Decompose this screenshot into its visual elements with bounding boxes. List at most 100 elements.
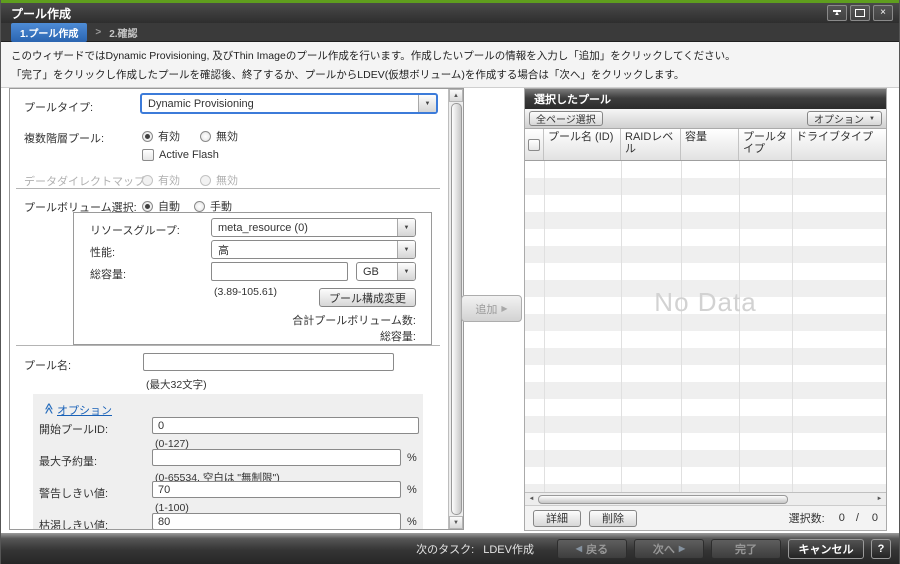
finish-button[interactable]: 完了 (711, 539, 781, 559)
options-link[interactable]: オプション (57, 402, 112, 418)
total-capacity-label: 総容量: (90, 266, 126, 282)
pool-type-select[interactable]: Dynamic Provisioning ▼ (140, 93, 438, 114)
pools-table-header: プール名 (ID) RAIDレベル 容量 プールタイプ ドライブタイプ (525, 129, 886, 161)
total-capacity-input[interactable] (211, 262, 348, 281)
auto-selection-group: リソースグループ: meta_resource (0) ▼ 性能: 高 ▼ 総容… (73, 212, 432, 345)
pool-name-label: プール名: (24, 357, 71, 373)
column-raid-level[interactable]: RAIDレベル (621, 129, 681, 160)
selected-pools-footer: 詳細 削除 選択数: 0 / 0 (525, 505, 886, 530)
chevron-down-icon: ▼ (397, 241, 415, 258)
selected-pools-title: 選択したプール (534, 91, 611, 107)
detail-button[interactable]: 詳細 (533, 510, 581, 527)
multi-tier-label: 複数階層プール: (24, 130, 104, 146)
pool-settings-panel: プールタイプ: Dynamic Provisioning ▼ 複数階層プール: … (9, 88, 464, 530)
multi-tier-enabled-radio[interactable]: 有効 (142, 128, 180, 144)
scroll-right-icon[interactable]: ► (874, 493, 885, 504)
data-direct-enabled-radio: 有効 (142, 172, 180, 188)
next-task-value: LDEV作成 (483, 544, 534, 556)
next-task-label: 次のタスク: (416, 544, 474, 556)
depletion-threshold-input[interactable] (152, 513, 401, 529)
scrollbar-thumb[interactable] (538, 495, 788, 504)
divider (16, 188, 440, 189)
delete-button[interactable]: 削除 (589, 510, 637, 527)
capacity-unit-select[interactable]: GB ▼ (356, 262, 416, 281)
radio-icon (200, 131, 211, 142)
pools-table-body: No Data (525, 161, 886, 492)
options-menu-button[interactable]: オプション ▼ (807, 111, 882, 126)
help-button[interactable]: ? (871, 539, 891, 559)
start-pool-id-input[interactable] (152, 417, 419, 434)
chevron-down-icon: ▼ (397, 263, 415, 280)
selected-count-value: 0 (839, 512, 845, 524)
data-direct-map-label: データダイレクトマップ: (24, 173, 148, 189)
capacity-unit-value: GB (357, 263, 397, 280)
start-pool-id-label: 開始プールID: (39, 421, 108, 437)
pool-type-value: Dynamic Provisioning (142, 95, 418, 112)
next-task-text: 次のタスク: LDEV作成 (416, 541, 534, 557)
step-confirm: 2.確認 (109, 25, 137, 40)
multi-tier-disabled-radio[interactable]: 無効 (200, 128, 238, 144)
performance-label: 性能: (90, 244, 115, 260)
cancel-button[interactable]: キャンセル (788, 539, 864, 559)
no-data-message: No Data (525, 287, 886, 318)
close-icon: × (880, 8, 886, 18)
selection-count-label: 選択数: (789, 510, 825, 526)
data-direct-disabled-radio: 無効 (200, 172, 238, 188)
step-pool-create[interactable]: 1.プール作成 (11, 23, 87, 42)
performance-select[interactable]: 高 ▼ (211, 240, 416, 259)
select-all-checkbox[interactable] (528, 139, 540, 151)
chevron-down-icon: ▼ (397, 219, 415, 236)
column-separator (681, 161, 682, 492)
divider (16, 345, 440, 346)
maximize-button[interactable] (850, 5, 870, 21)
close-button[interactable]: × (873, 5, 893, 21)
scroll-down-icon[interactable]: ▼ (449, 516, 463, 529)
description-line-2: 「完了」をクリックし作成したプールを確認後、終了するか、プールからLDEV(仮想… (11, 67, 899, 82)
description-line-1: このウィザードではDynamic Provisioning, 及びThin Im… (11, 48, 899, 63)
total-pool-volumes-label: 合計プールボリューム数: (292, 312, 416, 328)
total-count-value: 0 (872, 512, 878, 524)
header-checkbox-cell (525, 129, 544, 160)
scroll-left-icon[interactable]: ◄ (526, 493, 537, 504)
selected-pools-toolbar: 全ページ選択 オプション ▼ (525, 109, 886, 129)
add-button[interactable]: 追加 ▶ (461, 295, 522, 322)
column-pool-type[interactable]: プールタイプ (739, 129, 792, 160)
chevron-down-icon: ▼ (418, 95, 436, 112)
pool-create-dialog: プール作成 ▲ × 1.プール作成 > 2.確認 このウィザードではDynami… (0, 0, 900, 564)
warning-threshold-input[interactable] (152, 481, 401, 498)
radio-icon (142, 175, 153, 186)
pin-window-button[interactable]: ▲ (827, 5, 847, 21)
select-all-pages-button[interactable]: 全ページ選択 (529, 111, 603, 126)
warning-threshold-unit: % (407, 484, 417, 496)
column-pool-name[interactable]: プール名 (ID) (544, 129, 621, 160)
max-reservation-unit: % (407, 452, 417, 464)
resource-group-select[interactable]: meta_resource (0) ▼ (211, 218, 416, 237)
pool-name-input[interactable] (143, 353, 394, 371)
pool-config-change-button[interactable]: プール構成変更 (319, 288, 416, 307)
scroll-up-icon[interactable]: ▲ (449, 89, 463, 102)
chevron-down-icon: ▼ (869, 116, 875, 122)
table-horizontal-scrollbar[interactable]: ◄ ► (525, 492, 886, 505)
depletion-threshold-unit: % (407, 516, 417, 528)
total-capacity-summary-label: 総容量: (380, 328, 416, 344)
collapse-chevrons-icon: ≪ (43, 402, 55, 415)
next-button[interactable]: 次へ ▶ (634, 539, 704, 559)
window-title: プール作成 (1, 5, 827, 22)
back-arrow-icon: ◀ (576, 544, 582, 553)
options-section: ≪ オプション 開始プールID: (0-127) 最大予約量: % (0-655… (33, 394, 423, 529)
selected-pools-panel: 選択したプール 全ページ選択 オプション ▼ プール名 (ID) RAIDレベル… (524, 88, 887, 531)
column-separator (544, 161, 545, 492)
window-controls: ▲ × (827, 5, 899, 21)
column-capacity[interactable]: 容量 (681, 129, 739, 160)
column-drive-type[interactable]: ドライブタイプ (792, 129, 886, 160)
back-button[interactable]: ◀ 戻る (557, 539, 627, 559)
pool-type-label: プールタイプ: (24, 99, 93, 115)
max-reservation-input[interactable] (152, 449, 401, 466)
resource-group-value: meta_resource (0) (212, 219, 397, 236)
add-arrow-icon: ▶ (501, 304, 507, 313)
radio-selected-icon (142, 201, 153, 212)
checkbox-icon (142, 149, 154, 161)
radio-selected-icon (142, 131, 153, 142)
radio-icon (194, 201, 205, 212)
active-flash-checkbox[interactable]: Active Flash (142, 149, 219, 161)
